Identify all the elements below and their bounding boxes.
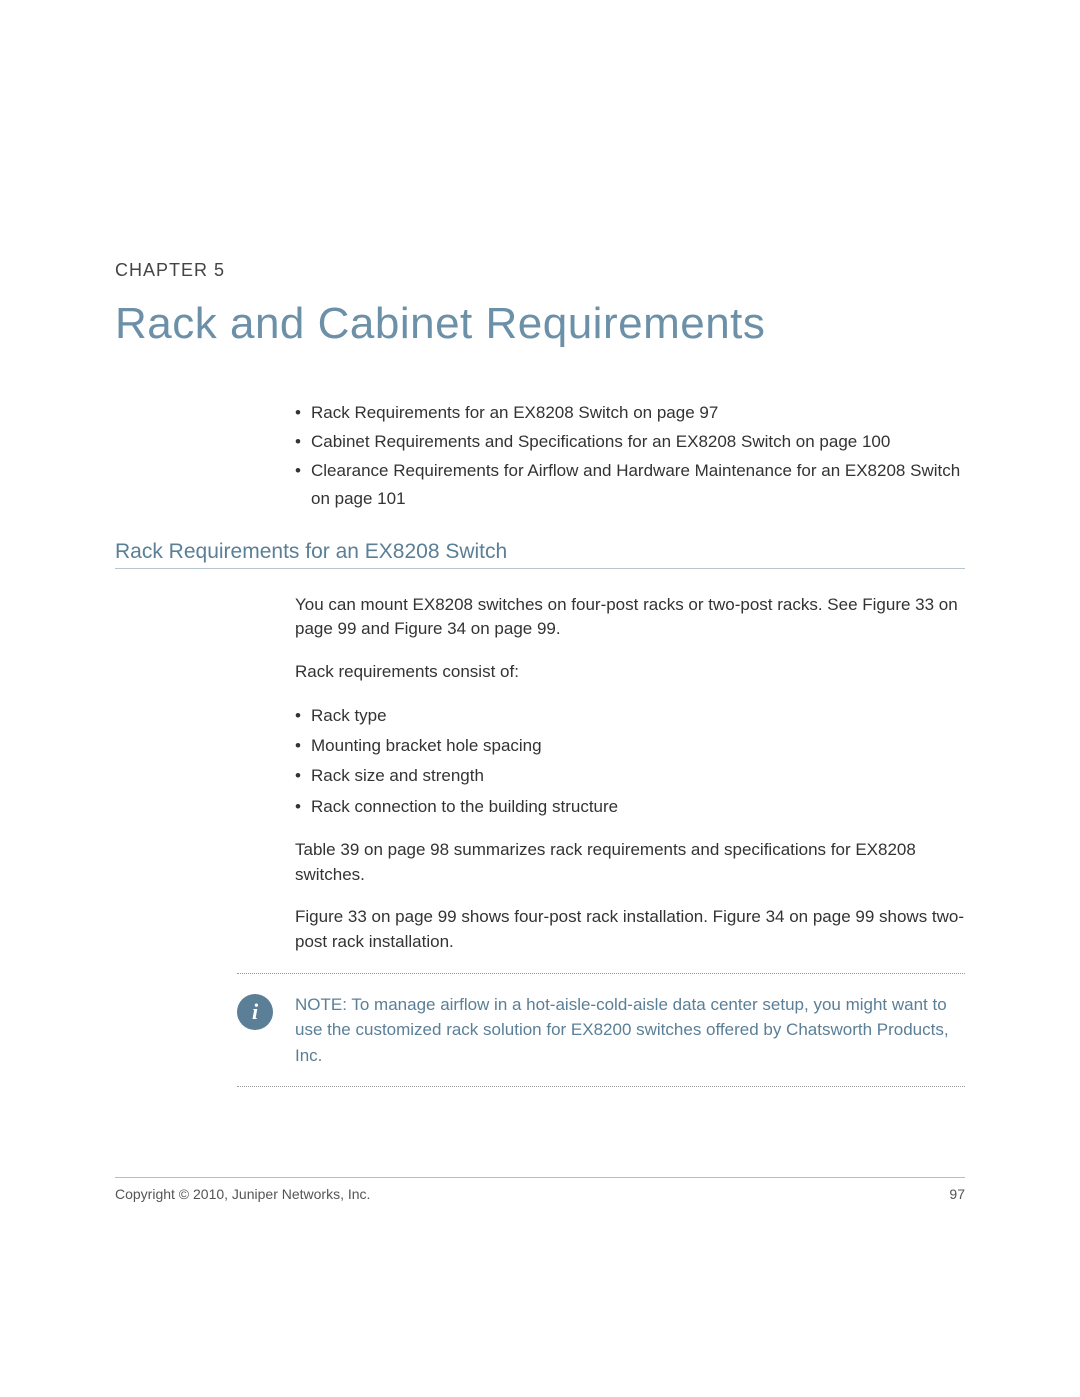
- requirements-list: Rack type Mounting bracket hole spacing …: [295, 703, 965, 820]
- toc-item: Clearance Requirements for Airflow and H…: [295, 457, 965, 511]
- chapter-title: Rack and Cabinet Requirements: [115, 299, 965, 349]
- chapter-label: CHAPTER 5: [115, 260, 965, 281]
- note-block: i NOTE: To manage airflow in a hot-aisle…: [237, 973, 965, 1088]
- page-footer: Copyright © 2010, Juniper Networks, Inc.…: [115, 1177, 965, 1202]
- list-item: Rack connection to the building structur…: [295, 794, 965, 820]
- section-body: You can mount EX8208 switches on four-po…: [295, 593, 965, 955]
- chapter-toc-list: Rack Requirements for an EX8208 Switch o…: [295, 399, 965, 512]
- list-item: Rack size and strength: [295, 763, 965, 789]
- list-item: Rack type: [295, 703, 965, 729]
- section-heading: Rack Requirements for an EX8208 Switch: [115, 540, 965, 569]
- req-intro: Rack requirements consist of:: [295, 660, 965, 685]
- page-number: 97: [949, 1186, 965, 1202]
- note-text: NOTE: To manage airflow in a hot-aisle-c…: [295, 992, 965, 1069]
- summary-paragraph: Figure 33 on page 99 shows four-post rac…: [295, 905, 965, 954]
- copyright-text: Copyright © 2010, Juniper Networks, Inc.: [115, 1186, 370, 1202]
- summary-paragraph: Table 39 on page 98 summarizes rack requ…: [295, 838, 965, 887]
- intro-paragraph: You can mount EX8208 switches on four-po…: [295, 593, 965, 642]
- toc-item: Rack Requirements for an EX8208 Switch o…: [295, 399, 965, 426]
- info-icon: i: [237, 994, 273, 1030]
- toc-item: Cabinet Requirements and Specifications …: [295, 428, 965, 455]
- document-page: CHAPTER 5 Rack and Cabinet Requirements …: [0, 0, 1080, 1397]
- list-item: Mounting bracket hole spacing: [295, 733, 965, 759]
